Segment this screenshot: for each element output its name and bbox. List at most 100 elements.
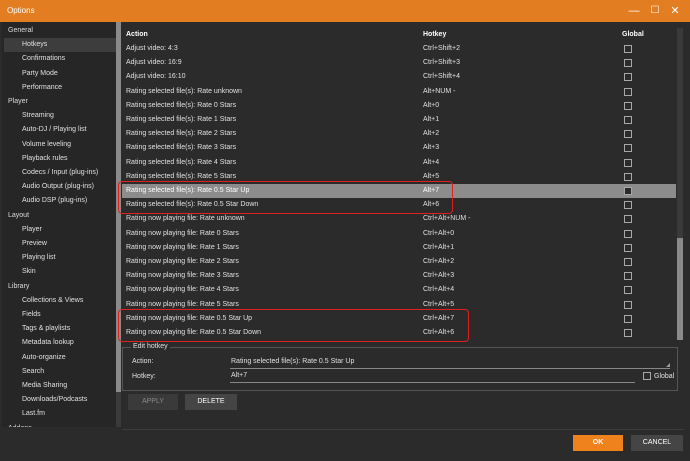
sidebar-item-downloads-podcasts[interactable]: Downloads/Podcasts: [22, 396, 87, 403]
sidebar-item-player[interactable]: Player: [22, 226, 42, 233]
row-global-checkbox[interactable]: [624, 172, 632, 181]
table-row[interactable]: Rating now playing file: Rate 3 Stars Ctr…: [122, 269, 676, 283]
row-hotkey: Ctrl+Shift+3: [423, 59, 460, 67]
row-global-checkbox[interactable]: [624, 158, 632, 167]
delete-button[interactable]: DELETE: [185, 394, 237, 410]
row-global-checkbox[interactable]: [624, 130, 632, 139]
row-global-checkbox[interactable]: [624, 258, 632, 266]
sidebar-item-tags-playlists[interactable]: Tags & playlists: [22, 325, 70, 332]
row-hotkey: Ctrl+Alt+2: [423, 258, 455, 265]
action-dropdown[interactable]: Rating selected file(s): Rate 0.5 Star U…: [230, 357, 670, 369]
table-row[interactable]: Rating now playing file: Rate 2 Stars Ctr…: [122, 255, 676, 269]
row-global-checkbox[interactable]: [624, 314, 632, 323]
row-global-checkbox[interactable]: [624, 73, 632, 82]
row-hotkey: Ctrl+Alt+1: [423, 243, 455, 251]
global-checkbox[interactable]: [643, 372, 651, 380]
sidebar-group-general[interactable]: General: [8, 27, 33, 34]
row-global-checkbox[interactable]: [624, 87, 632, 96]
row-hotkey: Alt+NUM -: [423, 87, 456, 95]
row-action: Adjust video: 16:10: [126, 73, 186, 81]
sidebar-item-party-mode[interactable]: Party Mode: [22, 70, 58, 77]
sidebar-item-playing-list[interactable]: Playing list: [22, 254, 55, 261]
row-action: Rating now playing file: Rate 3 Stars: [126, 272, 239, 280]
table-scrollbar[interactable]: [677, 28, 683, 340]
maximize-icon[interactable]: ☐: [648, 4, 662, 18]
sidebar-item-performance[interactable]: Performance: [22, 84, 62, 91]
row-global-checkbox[interactable]: [624, 144, 632, 153]
sidebar-item-collections-views[interactable]: Collections & Views: [22, 297, 83, 304]
table-row[interactable]: Rating now playing file: Rate unknown Ctr…: [122, 212, 676, 226]
row-global-checkbox[interactable]: [624, 286, 632, 295]
sidebar-item-hotkeys[interactable]: Hotkeys: [22, 41, 47, 48]
table-row[interactable]: Rating selected file(s): Rate 2 Stars Alt…: [122, 127, 676, 141]
cancel-button[interactable]: CANCEL: [631, 435, 683, 451]
table-row[interactable]: Rating selected file(s): Rate 0 Stars Alt…: [122, 99, 676, 113]
row-global-checkbox[interactable]: [624, 215, 632, 224]
ok-button[interactable]: OK: [573, 435, 623, 451]
table-scrollbar-thumb[interactable]: [677, 238, 683, 340]
row-global-checkbox[interactable]: [624, 329, 632, 337]
column-header-hotkey[interactable]: Hotkey: [423, 31, 446, 38]
apply-button[interactable]: APPLY: [128, 394, 178, 410]
sidebar-group-layout[interactable]: Layout: [8, 212, 29, 219]
column-header-global[interactable]: Global: [622, 31, 644, 38]
row-action: Rating selected file(s): Rate 0 Stars: [126, 101, 237, 109]
table-row[interactable]: Adjust video: 4:3 Ctrl+Shift+2: [122, 42, 676, 56]
dropdown-arrow-icon[interactable]: [666, 363, 670, 367]
sidebar-item-volume-leveling[interactable]: Volume leveling: [22, 141, 71, 148]
table-row[interactable]: Adjust video: 16:9 Ctrl+Shift+3: [122, 56, 676, 70]
row-global-checkbox[interactable]: [624, 229, 632, 238]
column-header-action[interactable]: Action: [126, 31, 148, 38]
row-global-checkbox[interactable]: [624, 187, 632, 195]
table-row[interactable]: Rating selected file(s): Rate 4 Stars Alt…: [122, 156, 676, 170]
sidebar-item-audio-dsp-plug-ins[interactable]: Audio DSP (plug-ins): [22, 197, 87, 204]
sidebar-item-preview[interactable]: Preview: [22, 240, 47, 247]
row-hotkey: Alt+1: [423, 116, 440, 123]
hotkey-input[interactable]: Alt+7: [230, 371, 635, 383]
row-global-checkbox[interactable]: [624, 101, 632, 110]
row-global-checkbox[interactable]: [624, 243, 632, 252]
row-action: Rating now playing file: Rate unknown: [126, 215, 245, 223]
sidebar-item-last-fm[interactable]: Last.fm: [22, 410, 45, 417]
sidebar-item-metadata-lookup[interactable]: Metadata lookup: [22, 339, 74, 346]
sidebar-group-player[interactable]: Player: [8, 98, 28, 105]
row-hotkey: Ctrl+Alt+3: [423, 272, 455, 280]
sidebar-item-codecs-input-plug-ins[interactable]: Codecs / Input (plug-ins): [22, 169, 98, 176]
table-row[interactable]: Rating now playing file: Rate 1 Stars Ctr…: [122, 241, 676, 255]
sidebar-item-fields[interactable]: Fields: [22, 311, 41, 318]
row-global-checkbox[interactable]: [624, 300, 632, 309]
row-global-checkbox[interactable]: [624, 272, 632, 281]
table-row[interactable]: Rating selected file(s): Rate unknown Alt…: [122, 85, 676, 99]
sidebar-item-audio-output-plug-ins[interactable]: Audio Output (plug-ins): [22, 183, 94, 190]
footer-divider: [122, 429, 684, 430]
sidebar-item-media-sharing[interactable]: Media Sharing: [22, 382, 67, 389]
table-row[interactable]: Rating now playing file: Rate 4 Stars Ctr…: [122, 283, 676, 297]
row-action: Rating selected file(s): Rate 3 Stars: [126, 144, 237, 152]
row-global-checkbox[interactable]: [624, 201, 632, 210]
close-icon[interactable]: ✕: [668, 4, 682, 18]
table-row[interactable]: Rating now playing file: Rate 0 Stars Ctr…: [122, 227, 676, 241]
sidebar-item-auto-dj-playing-list[interactable]: Auto-DJ / Playing list: [22, 126, 87, 133]
sidebar-item-streaming[interactable]: Streaming: [22, 112, 54, 119]
window-title: Options: [7, 6, 35, 15]
sidebar-item-search[interactable]: Search: [22, 368, 44, 375]
sidebar-item-playback-rules[interactable]: Playback rules: [22, 155, 68, 162]
row-hotkey: Alt+3: [423, 144, 440, 152]
row-global-checkbox[interactable]: [624, 45, 632, 53]
sidebar-scrollbar[interactable]: [116, 22, 121, 427]
row-action: Adjust video: 16:9: [126, 59, 182, 67]
row-hotkey: Ctrl+Alt+5: [423, 300, 455, 308]
table-row[interactable]: Rating selected file(s): Rate 1 Stars Alt…: [122, 113, 676, 127]
sidebar-item-skin[interactable]: Skin: [22, 268, 36, 275]
title-bar: Options — ☐ ✕: [0, 0, 690, 22]
row-global-checkbox[interactable]: [624, 59, 632, 68]
table-row[interactable]: Rating selected file(s): Rate 3 Stars Alt…: [122, 141, 676, 155]
options-sidebar: General Hotkeys Confirmations Party Mode Per…: [2, 22, 116, 427]
sidebar-group-library[interactable]: Library: [8, 283, 29, 290]
sidebar-item-auto-organize[interactable]: Auto-organize: [22, 354, 66, 361]
minimize-icon[interactable]: —: [627, 4, 641, 18]
sidebar-group-addons[interactable]: Addons: [8, 425, 32, 427]
sidebar-item-confirmations[interactable]: Confirmations: [22, 55, 65, 62]
row-global-checkbox[interactable]: [624, 116, 632, 124]
table-row[interactable]: Adjust video: 16:10 Ctrl+Shift+4: [122, 70, 676, 84]
